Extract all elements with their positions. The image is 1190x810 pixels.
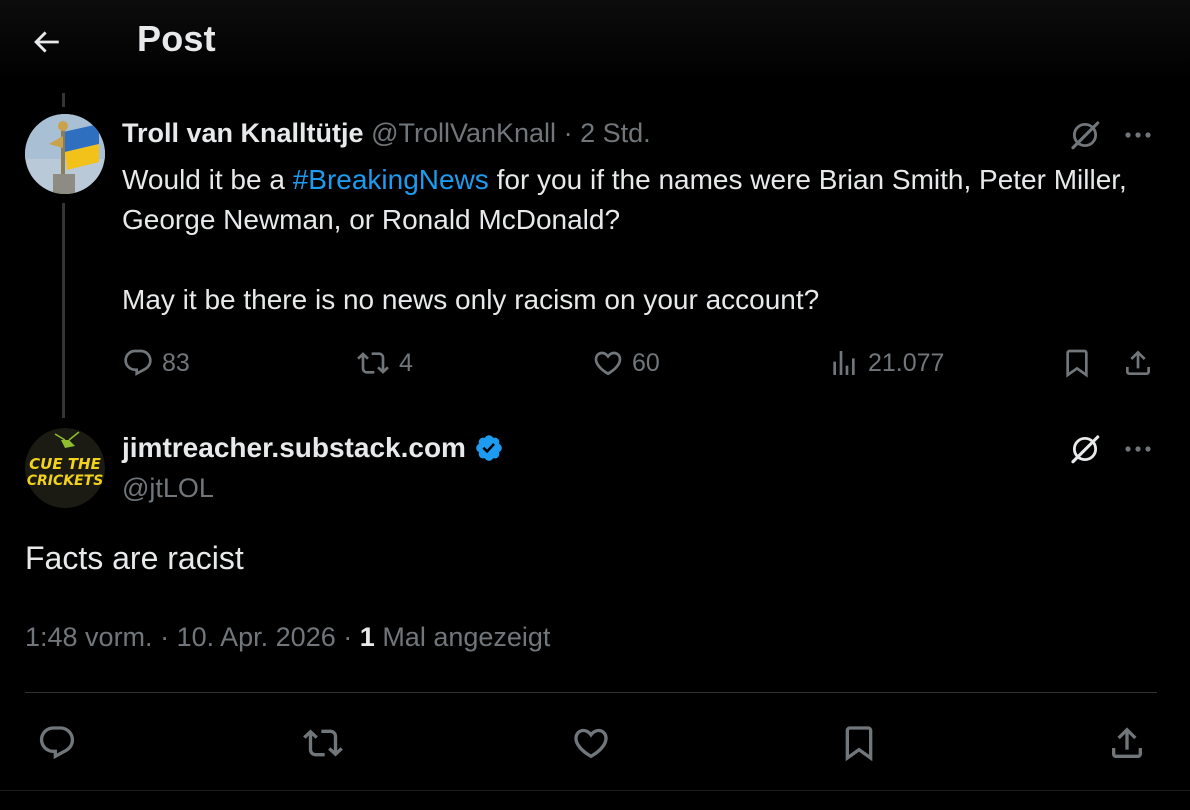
avatar-text-line2: CRICKETS <box>27 473 104 489</box>
post-time[interactable]: 2 Std. <box>580 118 651 148</box>
divider <box>25 692 1157 693</box>
bookmark-button[interactable] <box>1057 343 1097 383</box>
separator-dot: · <box>343 622 353 652</box>
share-icon <box>1126 350 1150 375</box>
avatar-text-line1: CUE THE <box>29 455 101 473</box>
reply-button[interactable]: 83 <box>122 343 190 383</box>
grok-button[interactable] <box>1063 116 1107 154</box>
bookmark-icon <box>845 726 873 762</box>
heart-icon <box>574 728 608 759</box>
grok-icon <box>1071 121 1100 150</box>
avatar[interactable] <box>25 114 105 194</box>
hashtag-link[interactable]: #BreakingNews <box>293 164 489 195</box>
share-icon <box>1112 727 1142 758</box>
divider <box>0 790 1190 791</box>
post-timestamp[interactable]: 1:48 vorm. <box>25 622 153 652</box>
post-date[interactable]: 10. Apr. 2026 <box>177 622 336 652</box>
bookmark-icon <box>1066 349 1088 378</box>
more-horizontal-icon <box>1125 132 1151 138</box>
cue-the-crickets-avatar: CUE THE CRICKETS <box>25 428 105 508</box>
share-button[interactable] <box>1118 343 1158 383</box>
avatar[interactable]: CUE THE CRICKETS <box>25 428 105 508</box>
like-button[interactable] <box>568 720 614 766</box>
analytics-icon <box>833 351 855 375</box>
parent-tweet-header: Troll van Knalltütje @TrollVanKnall · 2 … <box>122 118 651 149</box>
back-button[interactable] <box>26 22 66 62</box>
reply-count: 83 <box>162 348 190 377</box>
main-tweet-author[interactable]: jimtreacher.substack.com <box>122 432 504 464</box>
views-label: Mal angezeigt <box>382 622 551 652</box>
reply-button[interactable] <box>34 720 80 766</box>
ukrainian-flag-statue-avatar <box>25 114 105 194</box>
page-title: Post <box>137 18 216 59</box>
separator-dot: · <box>563 118 573 148</box>
like-button[interactable]: 60 <box>592 343 660 383</box>
separator-dot: · <box>160 622 170 652</box>
reply-icon <box>39 726 75 760</box>
views-button[interactable]: 21.077 <box>828 343 944 383</box>
more-options-button[interactable] <box>1118 430 1158 468</box>
share-button[interactable] <box>1104 720 1150 766</box>
display-name[interactable]: Troll van Knalltütje <box>122 118 364 148</box>
views-count: 1 <box>359 622 375 652</box>
repost-icon <box>303 729 343 757</box>
repost-button[interactable] <box>300 720 346 766</box>
more-horizontal-icon <box>1125 446 1151 452</box>
user-handle[interactable]: @jtLOL <box>122 473 214 504</box>
grok-icon <box>1071 435 1100 464</box>
display-name: jimtreacher.substack.com <box>122 432 466 463</box>
main-tweet-text: Facts are racist <box>25 540 244 576</box>
heart-icon <box>594 351 622 376</box>
repost-icon <box>357 352 389 374</box>
user-handle[interactable]: @TrollVanKnall <box>371 118 556 148</box>
like-count: 60 <box>632 348 660 377</box>
post-metadata: 1:48 vorm. · 10. Apr. 2026 · 1 Mal angez… <box>25 622 550 653</box>
verified-badge-icon <box>476 435 502 461</box>
top-bar: Post <box>0 0 1190 82</box>
bookmark-button[interactable] <box>836 720 882 766</box>
repost-button[interactable]: 4 <box>355 343 413 383</box>
tweet-text-segment: Would it be a <box>122 164 293 195</box>
grok-button[interactable] <box>1063 430 1107 468</box>
tweet-text-paragraph: May it be there is no news only racism o… <box>122 284 820 315</box>
reply-icon <box>124 349 152 376</box>
more-options-button[interactable] <box>1118 116 1158 154</box>
repost-count: 4 <box>399 348 413 377</box>
parent-tweet-text: Would it be a #BreakingNews for you if t… <box>122 160 1152 320</box>
thread-connector-top <box>62 93 65 107</box>
arrow-left-icon <box>34 31 59 53</box>
view-count: 21.077 <box>868 348 945 377</box>
thread-connector <box>62 203 65 418</box>
